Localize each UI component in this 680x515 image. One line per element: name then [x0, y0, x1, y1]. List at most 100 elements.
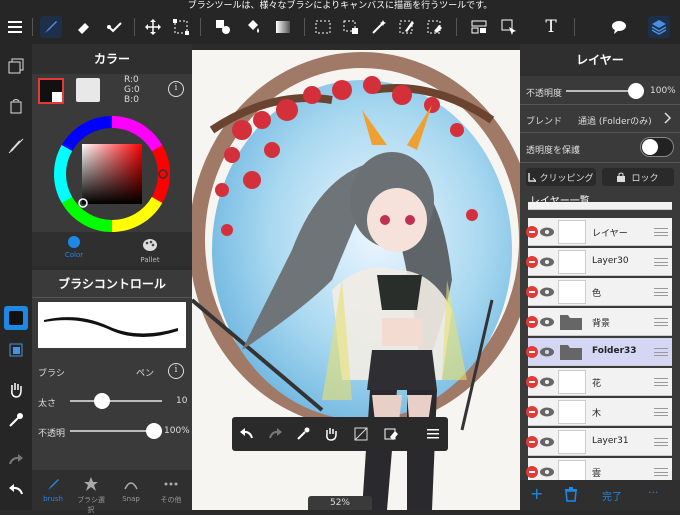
fill-icon[interactable] — [212, 16, 234, 38]
text-icon[interactable]: T — [540, 16, 562, 38]
layer-row[interactable]: レイヤー — [526, 218, 672, 246]
brush-type-value[interactable]: ペン — [136, 366, 154, 379]
drag-handle-icon[interactable] — [654, 348, 668, 356]
main-color-button[interactable] — [4, 306, 28, 330]
hand-icon[interactable] — [4, 378, 28, 402]
brush-opacity-knob[interactable] — [146, 423, 162, 439]
delete-layer-icon[interactable] — [526, 286, 538, 298]
layer-opacity-knob[interactable] — [628, 83, 644, 99]
done-button[interactable]: 完了 — [602, 488, 622, 503]
rotate-icon[interactable] — [4, 94, 28, 118]
eye-icon[interactable] — [540, 256, 554, 268]
brush-size-knob[interactable] — [94, 393, 111, 409]
layer-row-selected[interactable]: Folder33 — [526, 338, 672, 366]
menu-icon[interactable] — [422, 423, 444, 445]
blend-mode-value[interactable]: 通過 (Folderのみ) — [578, 114, 652, 127]
drag-handle-icon[interactable] — [654, 288, 668, 296]
delete-layer-icon[interactable] — [526, 316, 538, 328]
eye-icon[interactable] — [540, 316, 554, 328]
tab-color[interactable]: Color — [60, 236, 88, 259]
clear-icon[interactable] — [350, 423, 372, 445]
transform-icon[interactable] — [170, 16, 192, 38]
layer-row[interactable]: 雲 — [526, 458, 672, 482]
eye-icon[interactable] — [540, 226, 554, 238]
brush-opacity-slider[interactable] — [70, 423, 162, 439]
layer-row[interactable]: 花 — [526, 368, 672, 396]
drag-handle-icon[interactable] — [654, 378, 668, 386]
move-icon[interactable] — [142, 16, 164, 38]
hand-icon[interactable] — [320, 423, 342, 445]
drag-handle-icon[interactable] — [654, 318, 668, 326]
eye-icon[interactable] — [540, 436, 554, 448]
sub-color-icon[interactable] — [4, 338, 28, 362]
layer-opacity-slider[interactable] — [566, 83, 644, 99]
pen-strike-icon[interactable] — [4, 134, 28, 158]
eye-icon[interactable] — [540, 346, 554, 358]
undo-icon[interactable] — [236, 423, 258, 445]
layer-row[interactable]: 木 — [526, 398, 672, 426]
eyedropper-icon[interactable] — [4, 408, 28, 432]
select-eraser-icon[interactable] — [380, 423, 402, 445]
eyedropper-icon[interactable] — [292, 423, 314, 445]
tab-snap[interactable]: Snap — [114, 476, 148, 503]
clipping-button[interactable]: クリッピング — [526, 168, 596, 186]
redo-icon[interactable] — [264, 423, 286, 445]
secondary-color-swatch[interactable] — [76, 78, 100, 102]
chevron-right-icon[interactable] — [664, 112, 672, 127]
color-info-icon[interactable]: i — [168, 81, 184, 97]
tab-brush-select[interactable]: ブラシ選択 — [74, 476, 108, 515]
drag-handle-icon[interactable] — [654, 468, 668, 476]
brush-info-icon[interactable]: i — [168, 363, 184, 379]
layer-row[interactable]: Layer31 — [526, 428, 672, 456]
drag-handle-icon[interactable] — [654, 408, 668, 416]
eye-icon[interactable] — [540, 466, 554, 478]
brush-icon[interactable] — [40, 16, 62, 38]
tab-brush[interactable]: brush — [36, 476, 70, 503]
tab-pallet[interactable]: Pallet — [136, 236, 164, 264]
drag-handle-icon[interactable] — [654, 438, 668, 446]
select-move-icon[interactable] — [498, 16, 520, 38]
more-options-button[interactable]: ··· — [648, 486, 659, 499]
layer-row[interactable]: 背景 — [526, 308, 672, 336]
layer-row[interactable]: Layer30 — [526, 248, 672, 276]
select-pen-icon[interactable] — [396, 16, 418, 38]
main-color-swatch[interactable] — [38, 78, 64, 104]
lock-button[interactable]: ロック — [602, 168, 674, 186]
toolbar-divider — [200, 18, 201, 36]
menu-icon[interactable] — [4, 16, 26, 38]
delete-layer-icon[interactable] — [526, 466, 538, 478]
layer-row[interactable]: 色 — [526, 278, 672, 306]
brush-size-slider[interactable] — [70, 393, 162, 409]
add-layer-button[interactable]: + — [530, 484, 543, 503]
magic-wand-icon[interactable] — [368, 16, 390, 38]
gradient-icon[interactable] — [272, 16, 294, 38]
speech-icon[interactable] — [608, 16, 630, 38]
color-wheel[interactable] — [53, 116, 170, 236]
delete-layer-icon[interactable] — [526, 436, 538, 448]
tab-other[interactable]: その他 — [154, 476, 188, 505]
layer-row-partial[interactable] — [528, 202, 672, 210]
eye-icon[interactable] — [540, 376, 554, 388]
undo-icon[interactable] — [4, 478, 28, 502]
layers-icon[interactable] — [648, 16, 670, 38]
delete-layer-icon[interactable] — [526, 406, 538, 418]
drag-handle-icon[interactable] — [654, 228, 668, 236]
drag-handle-icon[interactable] — [654, 258, 668, 266]
eye-icon[interactable] — [540, 286, 554, 298]
delete-layer-icon[interactable] — [526, 256, 538, 268]
delete-layer-icon[interactable] — [526, 226, 538, 238]
select-rect-icon[interactable] — [312, 16, 334, 38]
alpha-protect-toggle[interactable] — [640, 137, 674, 157]
redo-icon[interactable] — [4, 448, 28, 472]
select-eraser-icon[interactable] — [424, 16, 446, 38]
eraser-icon[interactable] — [72, 16, 94, 38]
bucket-icon[interactable] — [242, 16, 264, 38]
layer-copy-icon[interactable] — [4, 54, 28, 78]
eye-icon[interactable] — [540, 406, 554, 418]
select-lasso-icon[interactable] — [340, 16, 362, 38]
delete-layer-icon[interactable] — [526, 376, 538, 388]
smudge-icon[interactable] — [104, 16, 126, 38]
delete-layer-icon[interactable] — [526, 346, 538, 358]
trash-icon[interactable] — [564, 486, 578, 506]
layout-icon[interactable] — [468, 16, 490, 38]
